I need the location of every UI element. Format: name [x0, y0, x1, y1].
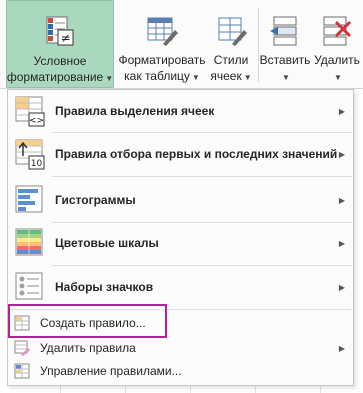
- ribbon-label: Форматировать: [118, 53, 206, 67]
- ribbon-label: как таблицу: [124, 69, 190, 83]
- menu-separator: [52, 176, 352, 177]
- icon-text: 10: [31, 159, 43, 169]
- submenu-arrow-icon: ▶: [338, 195, 345, 205]
- ribbon-label: Удалить: [314, 53, 360, 67]
- menu-item-data-bars[interactable]: Гистограммы ▶: [8, 180, 353, 220]
- menu-item-label: Управление правилами...: [40, 364, 182, 378]
- icon-text: <>: [29, 116, 44, 126]
- caret-down-icon: ▼: [105, 74, 114, 83]
- clear-rules-icon: [14, 340, 30, 356]
- menu-item-label: Удалить правила: [40, 341, 136, 355]
- ribbon: ≠ Условное форматирование ▼ Форматировать…: [0, 0, 363, 89]
- manage-rules-icon: [14, 363, 30, 379]
- menu-separator: [52, 265, 352, 266]
- svg-text:≠: ≠: [60, 31, 70, 45]
- top-bottom-icon: 10: [15, 139, 45, 170]
- caret-down-icon: ▼: [243, 73, 252, 82]
- submenu-arrow-icon: ▶: [338, 282, 345, 292]
- menu-item-label: Правила отбора первых и последних значен…: [55, 147, 338, 161]
- format-as-table-icon: [147, 17, 178, 46]
- menu-item-label: Наборы значков: [55, 280, 154, 294]
- ribbon-label: форматирование: [6, 70, 104, 84]
- submenu-arrow-icon: ▶: [338, 106, 345, 116]
- ribbon-label: Стили: [213, 53, 249, 67]
- cell-styles-button[interactable]: Стили ячеек ▼: [206, 0, 256, 88]
- menu-item-clear-rules[interactable]: Удалить правила ▶: [8, 337, 353, 359]
- delete-button[interactable]: Удалить ▼: [312, 0, 362, 88]
- icon-sets-icon: [15, 272, 43, 300]
- cell-styles-icon: [218, 17, 247, 46]
- insert-cells-icon: [270, 16, 297, 46]
- conditional-formatting-menu: <> Правила выделения ячеек ▶ 10 Правила …: [7, 89, 354, 386]
- menu-item-icon-sets[interactable]: Наборы значков ▶: [8, 267, 353, 307]
- menu-separator: [52, 132, 352, 133]
- submenu-arrow-icon: ▶: [338, 343, 345, 353]
- highlight-cells-icon: <>: [15, 96, 45, 127]
- format-as-table-button[interactable]: Форматировать как таблицу ▼: [116, 0, 208, 88]
- caret-down-icon: ▼: [282, 73, 290, 82]
- conditional-formatting-button[interactable]: ≠ Условное форматирование ▼: [6, 0, 114, 88]
- caret-down-icon: ▼: [334, 73, 342, 82]
- delete-cells-icon: [323, 16, 352, 46]
- ribbon-label: Условное: [33, 54, 87, 68]
- menu-item-label: Правила выделения ячеек: [55, 104, 215, 118]
- submenu-arrow-icon: ▶: [338, 149, 345, 159]
- data-bars-icon: [15, 185, 43, 213]
- ribbon-label: Вставить: [259, 53, 311, 67]
- caret-down-icon: ▼: [191, 73, 200, 82]
- highlight-frame: [8, 304, 167, 338]
- menu-item-manage-rules[interactable]: Управление правилами...: [8, 360, 353, 382]
- submenu-arrow-icon: ▶: [338, 238, 345, 248]
- ribbon-label: ячеек: [210, 69, 242, 83]
- menu-item-label: Цветовые шкалы: [55, 236, 159, 250]
- conditional-formatting-icon: ≠: [46, 16, 74, 46]
- insert-button[interactable]: Вставить ▼: [260, 0, 310, 88]
- menu-item-color-scales[interactable]: Цветовые шкалы ▶: [8, 223, 353, 263]
- menu-item-label: Гистограммы: [55, 193, 136, 207]
- menu-item-highlight-cells-rules[interactable]: <> Правила выделения ячеек ▶: [8, 91, 353, 131]
- menu-item-top-bottom-rules[interactable]: 10 Правила отбора первых и последних зна…: [8, 134, 353, 174]
- color-scales-icon: [15, 228, 43, 256]
